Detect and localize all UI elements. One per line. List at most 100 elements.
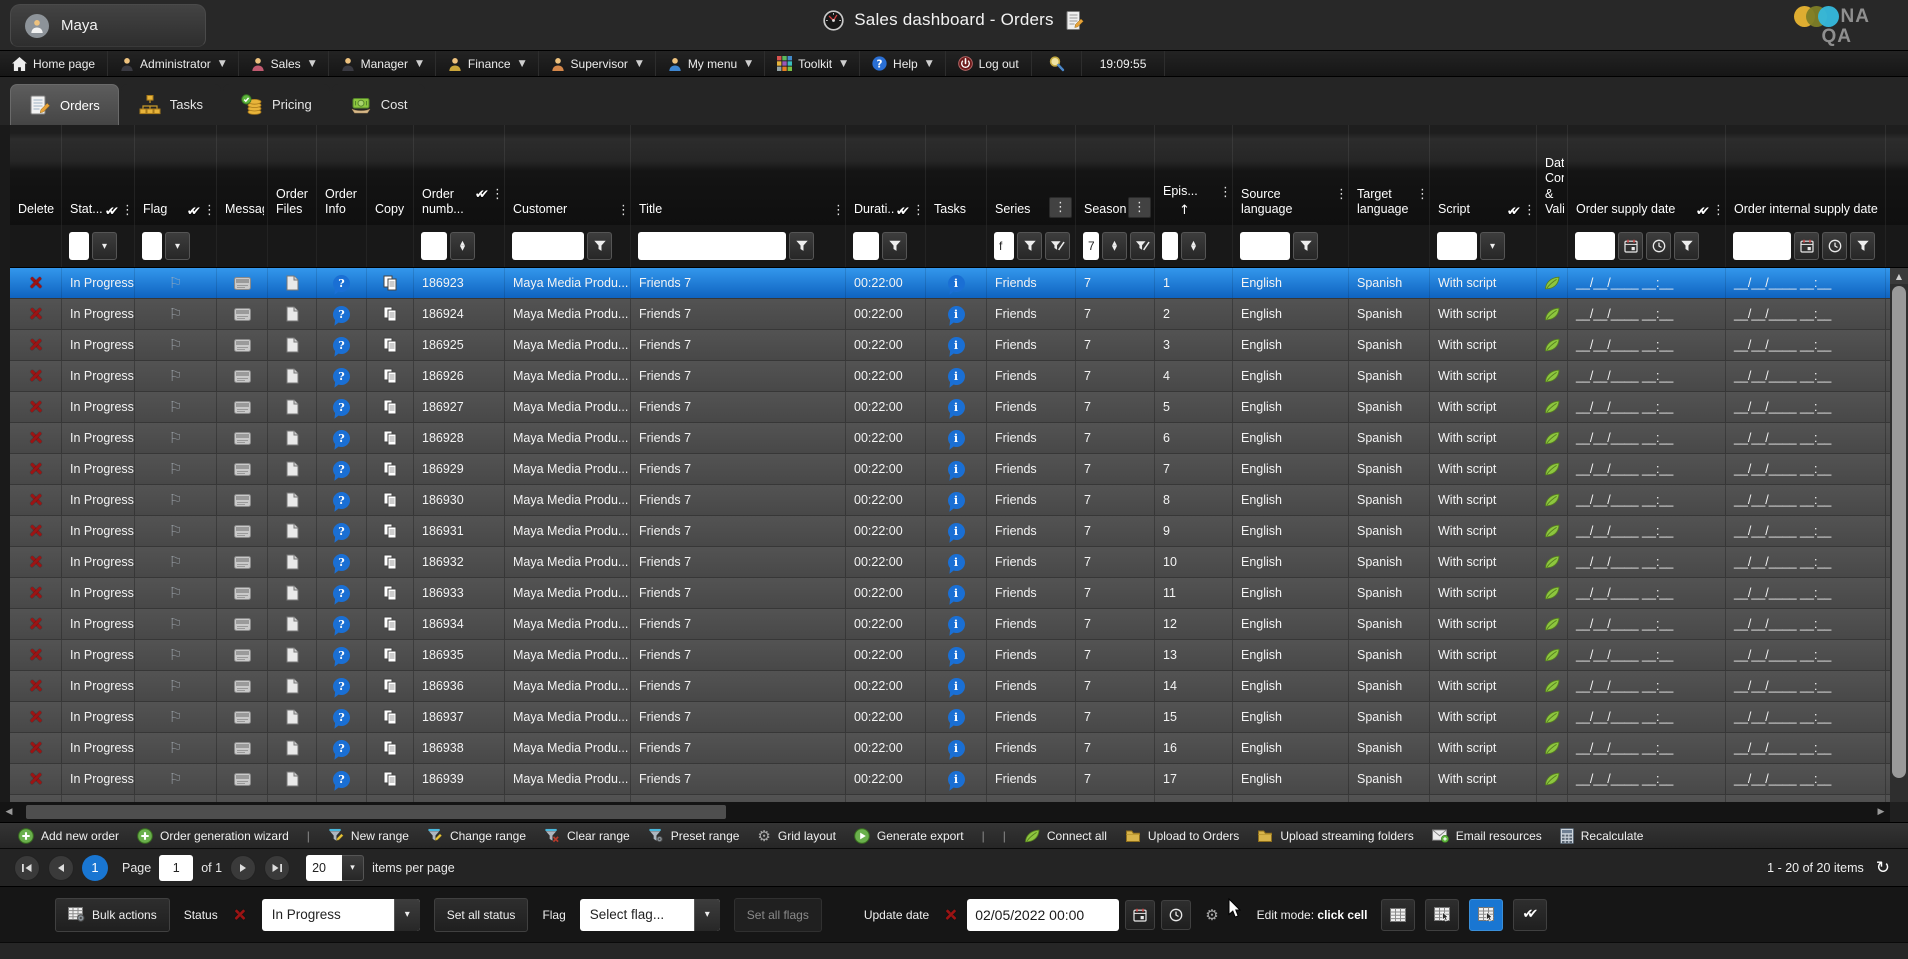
horizontal-scroll-track[interactable] (18, 802, 1872, 822)
tasks-info-icon[interactable]: i (948, 647, 965, 664)
column-header-status[interactable]: Stat...✔✔⋮ (62, 125, 135, 225)
message-icon[interactable] (234, 494, 251, 507)
order-info-icon[interactable]: ? (333, 647, 350, 664)
select-all-check-icon[interactable]: ✔✔ (187, 204, 195, 218)
order-files-icon[interactable] (286, 554, 299, 570)
flag-icon[interactable]: ⚐ (169, 739, 182, 757)
prev-page-button[interactable] (48, 855, 74, 881)
filter-input-customer[interactable] (512, 232, 584, 260)
items-per-page-select[interactable]: ▾ (306, 855, 364, 881)
copy-icon[interactable] (383, 585, 398, 601)
delete-icon[interactable] (28, 492, 44, 508)
delete-icon[interactable] (28, 616, 44, 632)
table-row[interactable]: In Progress⚐?186939Maya Media Produ...Fr… (10, 764, 1890, 795)
items-per-page-caret-icon[interactable]: ▾ (342, 855, 364, 881)
copy-icon[interactable] (383, 678, 398, 694)
table-row[interactable]: In Progress⚐?186940Maya Media Produ...Fr… (10, 795, 1890, 802)
vertical-scrollbar[interactable]: ▲ (1890, 268, 1908, 802)
tasks-info-icon[interactable]: i (948, 678, 965, 695)
order-info-icon[interactable]: ? (333, 771, 350, 788)
tasks-info-icon[interactable]: i (948, 275, 965, 292)
column-header-source-language[interactable]: Source language⋮ (1233, 125, 1349, 225)
filter-input-source-language[interactable] (1240, 232, 1290, 260)
column-menu-icon[interactable]: ⋮ (1335, 187, 1345, 202)
order-info-icon[interactable]: ? (333, 461, 350, 478)
table-row[interactable]: In Progress⚐?186928Maya Media Produ...Fr… (10, 423, 1890, 454)
menu-item-finance[interactable]: Finance▼ (436, 51, 539, 76)
order-files-icon[interactable] (286, 709, 299, 725)
column-menu-icon[interactable]: ⋮ (1712, 203, 1722, 218)
tasks-info-icon[interactable]: i (948, 523, 965, 540)
flag-select-caret-icon[interactable]: ▾ (694, 899, 720, 931)
copy-icon[interactable] (383, 523, 398, 539)
toolbar-button-upload-to-orders[interactable]: Upload to Orders (1125, 828, 1239, 843)
table-row[interactable]: In Progress⚐?186938Maya Media Produ...Fr… (10, 733, 1890, 764)
filter-input-duration[interactable] (853, 232, 879, 260)
flag-icon[interactable]: ⚐ (169, 677, 182, 695)
table-row[interactable]: In Progress⚐?186930Maya Media Produ...Fr… (10, 485, 1890, 516)
horizontal-scroll-thumb[interactable] (26, 805, 726, 819)
set-all-flags-button[interactable]: Set all flags (734, 898, 822, 932)
column-header-script[interactable]: Script✔✔⋮ (1430, 125, 1537, 225)
menu-item-my-menu[interactable]: My menu▼ (656, 51, 765, 76)
delete-icon[interactable] (28, 740, 44, 756)
delete-icon[interactable] (28, 461, 44, 477)
tasks-info-icon[interactable]: i (948, 554, 965, 571)
order-files-icon[interactable] (286, 337, 299, 353)
column-header-season[interactable]: Season⋮ (1076, 125, 1155, 225)
vertical-scroll-thumb[interactable] (1892, 286, 1906, 778)
flag-icon[interactable]: ⚐ (169, 429, 182, 447)
copy-icon[interactable] (383, 399, 398, 415)
filter-input-order-internal-supply-date[interactable] (1733, 232, 1791, 260)
message-icon[interactable] (234, 773, 251, 786)
flag-icon[interactable]: ⚐ (169, 491, 182, 509)
flag-select[interactable]: Select flag... ▾ (580, 899, 720, 931)
select-all-check-icon[interactable]: ✔✔ (475, 187, 483, 201)
table-row[interactable]: In Progress⚐?186932Maya Media Produ...Fr… (10, 547, 1890, 578)
flag-icon[interactable]: ⚐ (169, 553, 182, 571)
filter-input-order-supply-date[interactable] (1575, 232, 1615, 260)
bulk-actions-button[interactable]: Bulk actions (55, 898, 170, 932)
table-row[interactable]: In Progress⚐?186924Maya Media Produ...Fr… (10, 299, 1890, 330)
order-files-icon[interactable] (286, 430, 299, 446)
table-row[interactable]: In Progress⚐?186925Maya Media Produ...Fr… (10, 330, 1890, 361)
message-icon[interactable] (234, 742, 251, 755)
order-files-icon[interactable] (286, 368, 299, 384)
column-header-copy[interactable]: Copy (367, 125, 414, 225)
horizontal-scrollbar[interactable]: ◀ ▶ (0, 802, 1890, 822)
table-row[interactable]: In Progress⚐?186934Maya Media Produ...Fr… (10, 609, 1890, 640)
tab-pricing[interactable]: Pricing (223, 84, 330, 125)
order-info-icon[interactable]: ? (333, 306, 350, 323)
filter-funnel-icon[interactable] (882, 232, 907, 260)
copy-icon[interactable] (383, 554, 398, 570)
order-files-icon[interactable] (286, 492, 299, 508)
message-icon[interactable] (234, 277, 251, 290)
column-menu-icon[interactable]: ⋮ (1523, 203, 1533, 218)
column-menu-icon[interactable]: ⋮ (832, 203, 842, 218)
column-header-title[interactable]: Title⋮ (631, 125, 846, 225)
order-info-icon[interactable]: ? (333, 554, 350, 571)
filter-input-series[interactable] (994, 232, 1014, 260)
delete-icon[interactable] (28, 554, 44, 570)
filter-calendar-icon[interactable] (1794, 232, 1819, 260)
order-files-icon[interactable] (286, 399, 299, 415)
tasks-info-icon[interactable]: i (948, 399, 965, 416)
column-header-tasks[interactable]: Tasks (926, 125, 987, 225)
clear-filter-icon[interactable] (1045, 232, 1070, 260)
tasks-info-icon[interactable]: i (948, 461, 965, 478)
table-row[interactable]: In Progress⚐?186923Maya Media Produ...Fr… (10, 268, 1890, 299)
tasks-info-icon[interactable]: i (948, 306, 965, 323)
filter-spinner[interactable]: ▲▼ (450, 232, 475, 260)
delete-icon[interactable] (28, 337, 44, 353)
toolbar-button-order-generation-wizard[interactable]: Order generation wizard (137, 828, 289, 844)
order-files-icon[interactable] (286, 740, 299, 756)
set-all-status-button[interactable]: Set all status (434, 898, 529, 932)
order-info-icon[interactable]: ? (333, 678, 350, 695)
delete-icon[interactable] (28, 647, 44, 663)
copy-icon[interactable] (383, 461, 398, 477)
message-icon[interactable] (234, 587, 251, 600)
column-menu-icon[interactable]: ⋮ (617, 203, 627, 218)
copy-icon[interactable] (383, 647, 398, 663)
toolbar-button-add-new-order[interactable]: Add new order (18, 828, 119, 844)
edit-mode-grid-button[interactable] (1381, 899, 1415, 931)
